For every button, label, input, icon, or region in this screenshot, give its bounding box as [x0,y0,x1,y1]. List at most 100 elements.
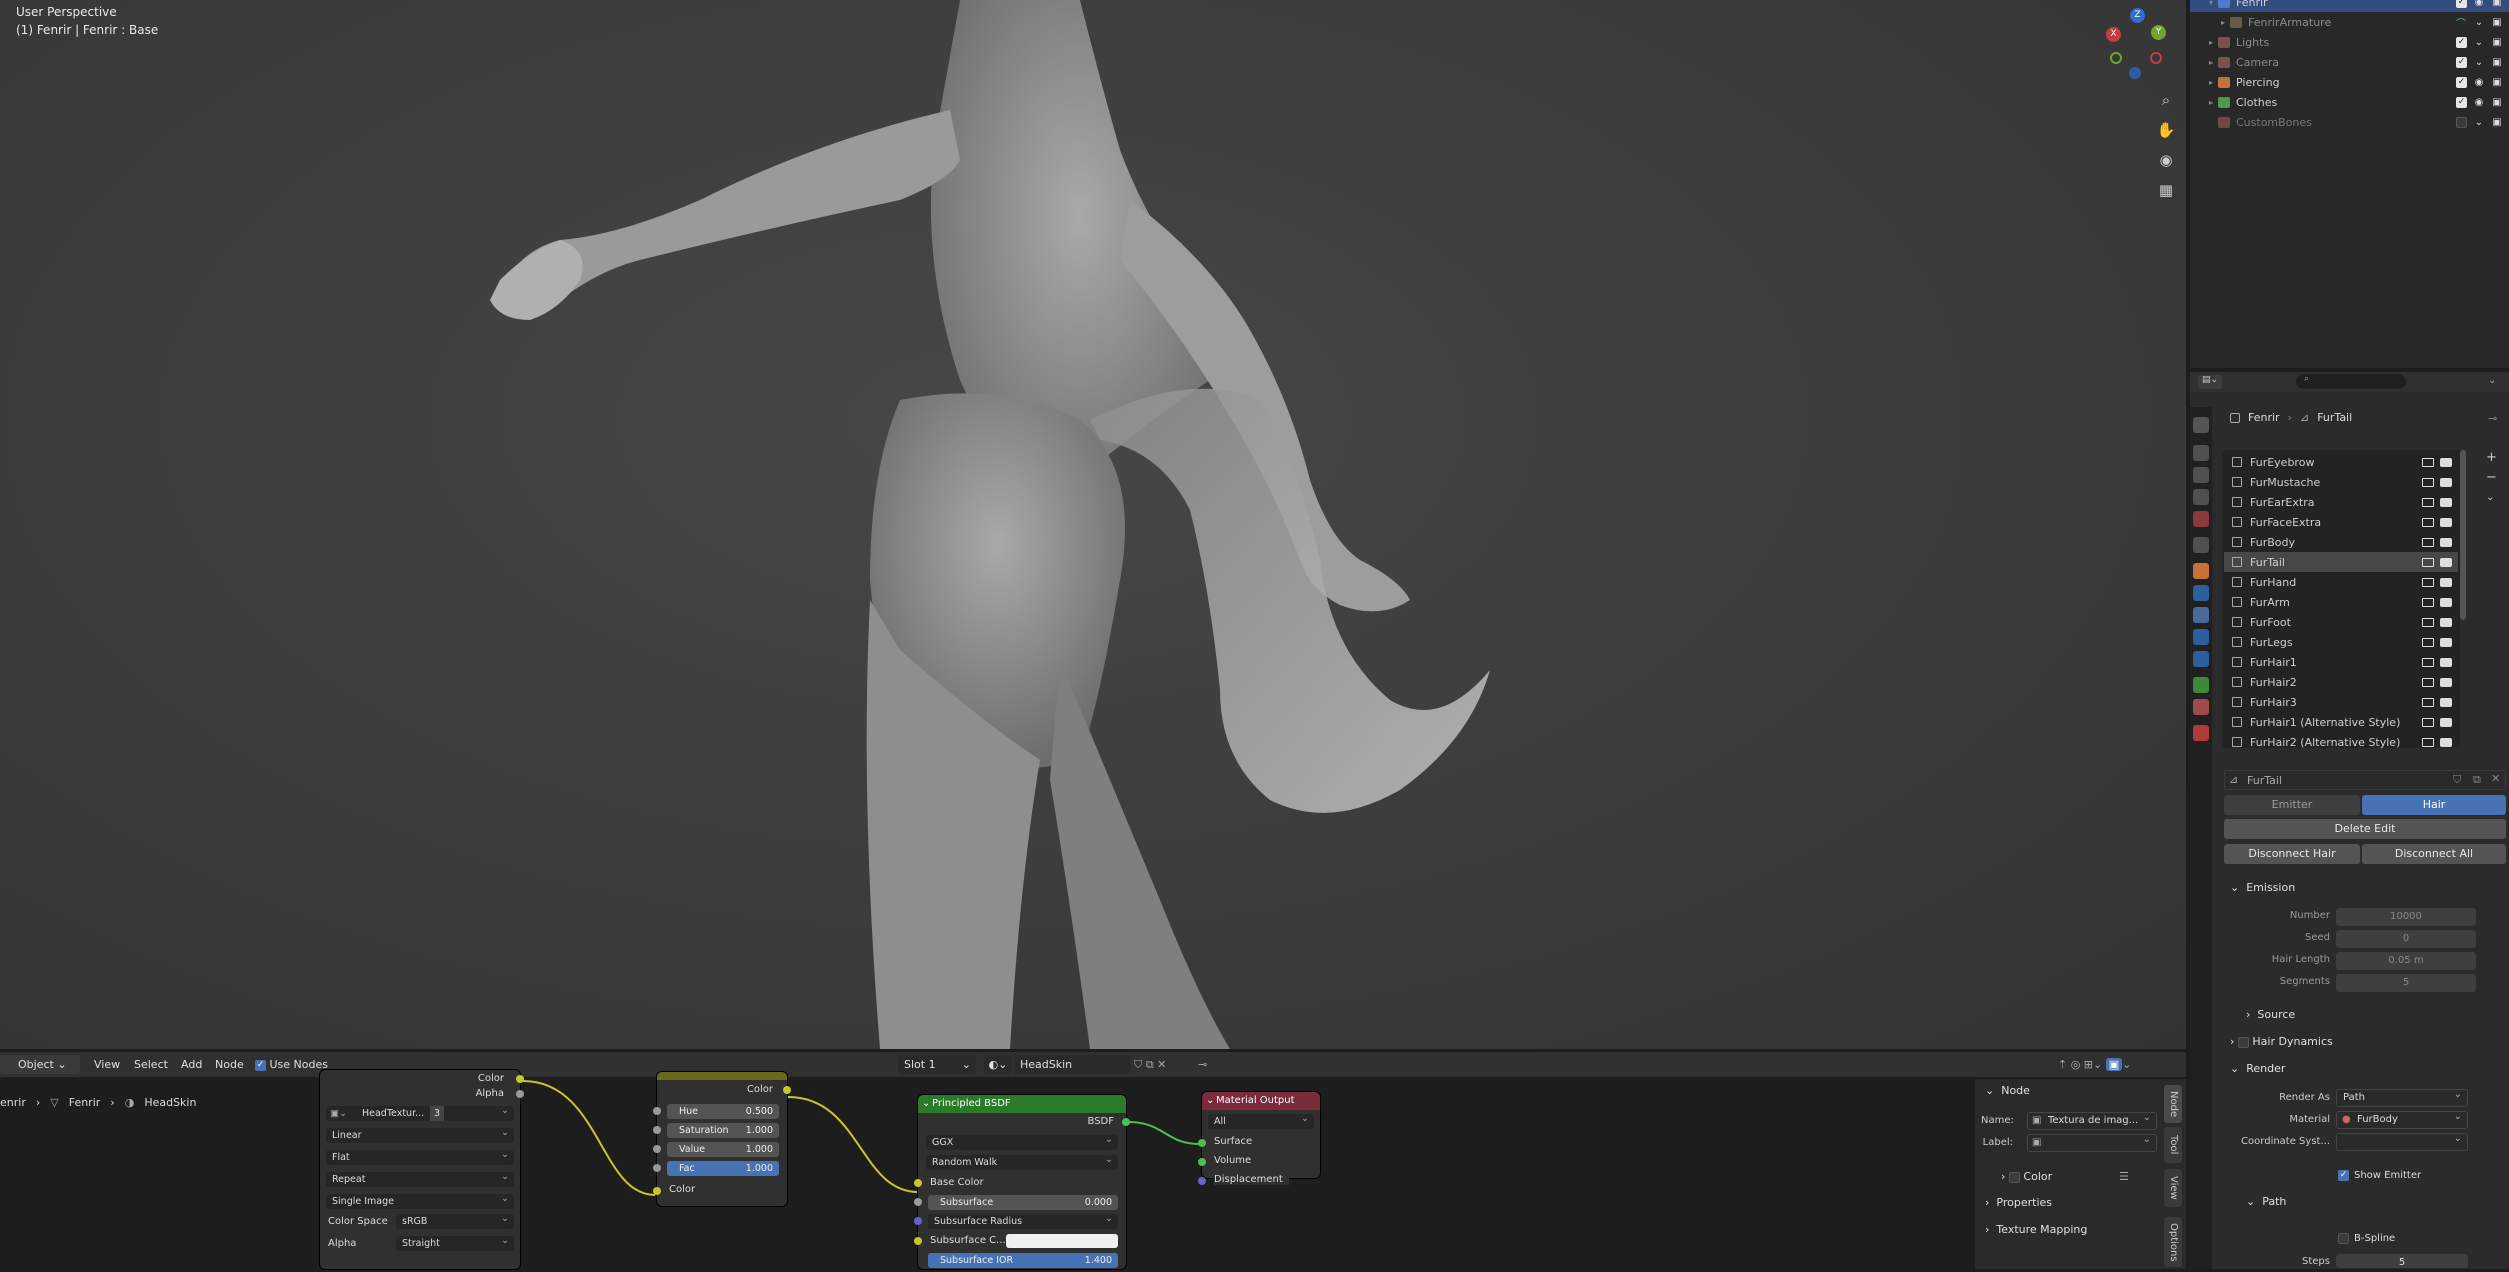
subsurface-color-socket[interactable] [914,1237,922,1245]
constraints-tab-icon[interactable] [2193,651,2209,667]
color-space-dropdown[interactable]: sRGB [396,1211,514,1229]
remove-system-icon[interactable]: − [2486,470,2497,485]
extension-dropdown[interactable]: Repeat [326,1169,514,1187]
modifiers-tab-icon[interactable] [2193,585,2209,601]
render-display-icon[interactable] [2440,497,2452,507]
volume-socket[interactable] [1198,1158,1206,1166]
render-display-icon[interactable] [2440,697,2452,707]
segments-field[interactable]: 5 [2336,974,2476,992]
sidebar-tab-options[interactable]: Options [2164,1217,2182,1267]
viewport-display-icon[interactable] [2422,677,2434,687]
source-subpanel[interactable]: › Source [2246,1008,2295,1021]
outliner-row-camera[interactable]: ▸ Camera ✓ ⌄ ▣ [2190,52,2509,72]
source-dropdown[interactable]: Single Image [326,1191,514,1209]
saturation-field[interactable]: Saturation 1.000 [667,1123,779,1138]
neg-x-axis-icon[interactable] [2150,52,2162,64]
outliner-row-lights[interactable]: ▸ Lights ✓ ⌄ ▣ [2190,32,2509,52]
render-tab-icon[interactable] [2193,445,2209,461]
outliner-row-clothes[interactable]: ▸ Clothes ✓ ◉ ▣ [2190,92,2509,112]
subsurface-color-swatch[interactable] [1006,1234,1118,1248]
viewport-display-icon[interactable] [2422,477,2434,487]
fac-field[interactable]: Fac 1.000 [667,1161,779,1176]
node-sidebar[interactable]: ⌄ Node Name: ▣Textura de imag... Label: … [1975,1079,2186,1269]
distribution-dropdown[interactable]: GGX [926,1132,1118,1150]
value-socket[interactable] [653,1145,661,1153]
duplicate-icon[interactable]: ⧉ [2473,773,2481,787]
view-layer-tab-icon[interactable] [2193,489,2209,505]
viewport-display-icon[interactable] [2422,577,2434,587]
node-name-field[interactable]: ▣ Textura de imag... [2027,1110,2157,1130]
particle-system-item[interactable]: FurHair2 (Alternative Style) [2224,732,2458,752]
shader-node-editor[interactable]: Object ⌄ View Select Add Node ✓ Use Node… [0,1052,2186,1269]
hsv-color-input-socket[interactable] [653,1187,661,1195]
subsurface-ior-field[interactable]: Subsurface IOR 1.400 [928,1253,1118,1268]
material-tab-icon[interactable] [2193,699,2209,715]
render-display-icon[interactable] [2440,577,2452,587]
render-display-icon[interactable] [2440,597,2452,607]
viewport-display-icon[interactable] [2422,497,2434,507]
outliner-row-fenrir[interactable]: ▾ Fenrir ✓ ◉ ▣ [2190,0,2509,12]
particle-system-item[interactable]: FurBody [2224,532,2458,552]
particle-settings-field[interactable]: ⊿ FurTail ⛉ ⧉ ✕ [2224,770,2506,790]
disconnect-all-button[interactable]: Disconnect All [2362,844,2506,864]
sidebar-tab-node[interactable]: Node [2164,1085,2182,1123]
render-display-icon[interactable] [2440,677,2452,687]
bsdf-output-socket[interactable] [1122,1118,1130,1126]
search-input[interactable]: ⌕ [2296,374,2406,389]
scene-tab-icon[interactable] [2193,511,2209,527]
delete-edit-button[interactable]: Delete Edit [2224,819,2506,839]
render-display-icon[interactable] [2440,457,2452,467]
path-subpanel-header[interactable]: ⌄ Path [2246,1195,2286,1208]
fac-socket[interactable] [653,1164,661,1172]
viewport-display-icon[interactable] [2422,597,2434,607]
image-texture-node[interactable]: Color Alpha ▣⌄HeadTextur...3 Linear Flat… [320,1070,524,1269]
render-display-icon[interactable] [2440,537,2452,547]
disconnect-hair-button[interactable]: Disconnect Hair [2224,844,2360,864]
outliner-row-custombones[interactable]: CustomBones ⌄ ▣ [2190,112,2509,132]
emission-panel-header[interactable]: ⌄ Emission [2230,881,2295,894]
viewport-display-icon[interactable] [2422,557,2434,567]
viewport-display-icon[interactable] [2422,737,2434,747]
render-display-icon[interactable] [2440,637,2452,647]
viewport-display-icon[interactable] [2422,637,2434,647]
node-panel-header[interactable]: ⌄ Node [1985,1084,2030,1097]
3d-viewport[interactable]: User Perspective (1) Fenrir | Fenrir : B… [0,0,2186,1049]
object-tab-icon[interactable] [2193,563,2209,579]
subsurface-radius-field[interactable]: Subsurface Radius [928,1211,1118,1229]
particle-system-item[interactable]: FurEyebrow [2224,452,2458,472]
navigation-gizmo[interactable]: Z Y X [2096,8,2172,84]
editor-type-icon[interactable]: ▤⌄ [2198,375,2222,389]
subsurface-method-dropdown[interactable]: Random Walk [926,1152,1118,1170]
subsurface-socket[interactable] [914,1198,922,1206]
render-display-icon[interactable] [2440,557,2452,567]
unlink-icon[interactable]: ✕ [2491,772,2500,785]
number-field[interactable]: 10000 [2336,908,2476,926]
render-as-dropdown[interactable]: Path [2336,1087,2468,1107]
particles-tab-icon[interactable] [2193,607,2209,623]
viewport-display-icon[interactable] [2422,697,2434,707]
viewport-display-icon[interactable] [2422,537,2434,547]
x-axis-icon[interactable]: X [2106,27,2121,42]
specials-chevron-icon[interactable]: ⌄ [2486,492,2494,503]
pan-hand-icon[interactable]: ✋ [2155,119,2177,141]
particle-system-item[interactable]: FurHair2 [2224,672,2458,692]
hue-saturation-node[interactable]: Color Hue 0.500 Saturation 1.000 Value 1.00… [653,1072,791,1206]
material-dropdown[interactable]: ● FurBody [2336,1109,2468,1129]
hair-dynamics-panel[interactable]: › Hair Dynamics [2230,1035,2333,1048]
output-target-dropdown[interactable]: All [1208,1111,1314,1129]
outliner-row-piercing[interactable]: ▸ Piercing ✓ ◉ ▣ [2190,72,2509,92]
particle-system-item[interactable]: FurMustache [2224,472,2458,492]
neg-z-axis-icon[interactable] [2129,67,2141,79]
hsv-color-output-socket[interactable] [783,1086,791,1094]
render-display-icon[interactable] [2440,737,2452,747]
particle-system-item[interactable]: FurHair3 [2224,692,2458,712]
add-system-icon[interactable]: + [2486,450,2497,465]
render-panel-header[interactable]: ⌄ Render [2230,1062,2285,1075]
hair-length-field[interactable]: 0.05 m [2336,952,2476,970]
alpha-mode-dropdown[interactable]: Straight [396,1233,514,1251]
outliner-row-armature[interactable]: ▸ FenrirArmature ⌒ ⌄ ▣ [2190,12,2509,32]
properties-editor[interactable]: ▤⌄ ⌕ ⌄ Fenrir › ⊿ FurTail ⊸ + − ⌄ ⊿ FurT… [2190,372,2509,1269]
y-axis-icon[interactable]: Y [2151,25,2166,40]
render-display-icon[interactable] [2440,717,2452,727]
viewport-display-icon[interactable] [2422,657,2434,667]
